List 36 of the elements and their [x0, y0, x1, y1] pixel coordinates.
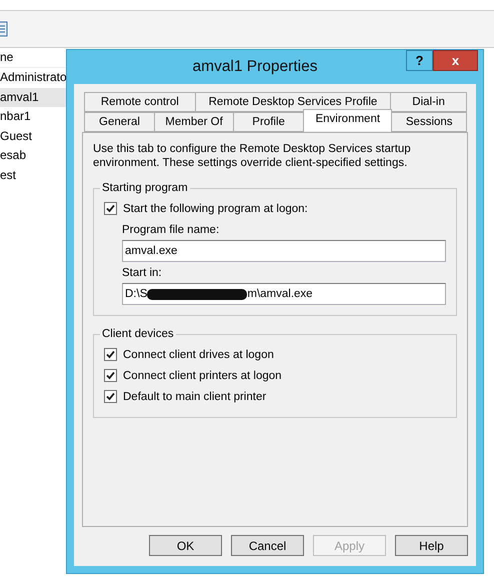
input-field[interactable]: amval.exe — [122, 240, 446, 262]
dialog-button[interactable]: OK — [149, 535, 222, 556]
tab[interactable]: Dial-in — [390, 92, 467, 112]
tab[interactable]: Member Of — [154, 112, 234, 132]
user-list-item[interactable]: Guest — [0, 126, 66, 146]
tab[interactable]: Sessions — [391, 112, 468, 132]
tab[interactable]: Remote Desktop Services Profile — [194, 92, 392, 112]
checkbox[interactable] — [104, 202, 117, 215]
group-title: Client devices — [101, 328, 175, 340]
help-button[interactable]: ? — [406, 50, 433, 71]
user-list-item[interactable]: Administrato — [0, 68, 66, 88]
group-title: Starting program — [101, 182, 189, 194]
field-label: Start in: — [122, 267, 163, 279]
checkbox-label: Default to main client printer — [123, 390, 266, 402]
checkbox[interactable] — [104, 369, 117, 382]
close-button[interactable]: x — [433, 50, 478, 71]
user-list-item[interactable]: nbar1 — [0, 107, 66, 126]
dialog-button[interactable]: Help — [395, 535, 468, 556]
tab[interactable]: General — [84, 112, 155, 132]
user-list-item[interactable]: amval1 — [0, 88, 66, 107]
list-icon[interactable] — [0, 21, 8, 37]
dialog-button[interactable]: Cancel — [231, 535, 304, 556]
checkbox-label: Connect client drives at logon — [123, 348, 274, 360]
field-label: Program file name: — [122, 224, 220, 236]
window-title: amval1 Properties — [192, 57, 318, 77]
checkbox[interactable] — [104, 390, 117, 403]
tab[interactable]: Remote control — [84, 92, 196, 112]
tab[interactable]: Profile — [233, 112, 304, 132]
checkbox[interactable] — [104, 348, 117, 361]
input-field[interactable]: D:\S m\amval.exe — [122, 283, 446, 305]
checkbox-label: Connect client printers at logon — [123, 370, 282, 382]
user-list-item[interactable]: esab — [0, 146, 66, 166]
user-list-item[interactable]: est — [0, 166, 66, 185]
checkbox-label: Start the following program at logon: — [123, 202, 308, 214]
tab[interactable]: Environment — [303, 109, 392, 131]
description-text: Use this tab to configure the Remote Desktop Services startup environment. These settings override client-specified settings. — [93, 142, 412, 170]
